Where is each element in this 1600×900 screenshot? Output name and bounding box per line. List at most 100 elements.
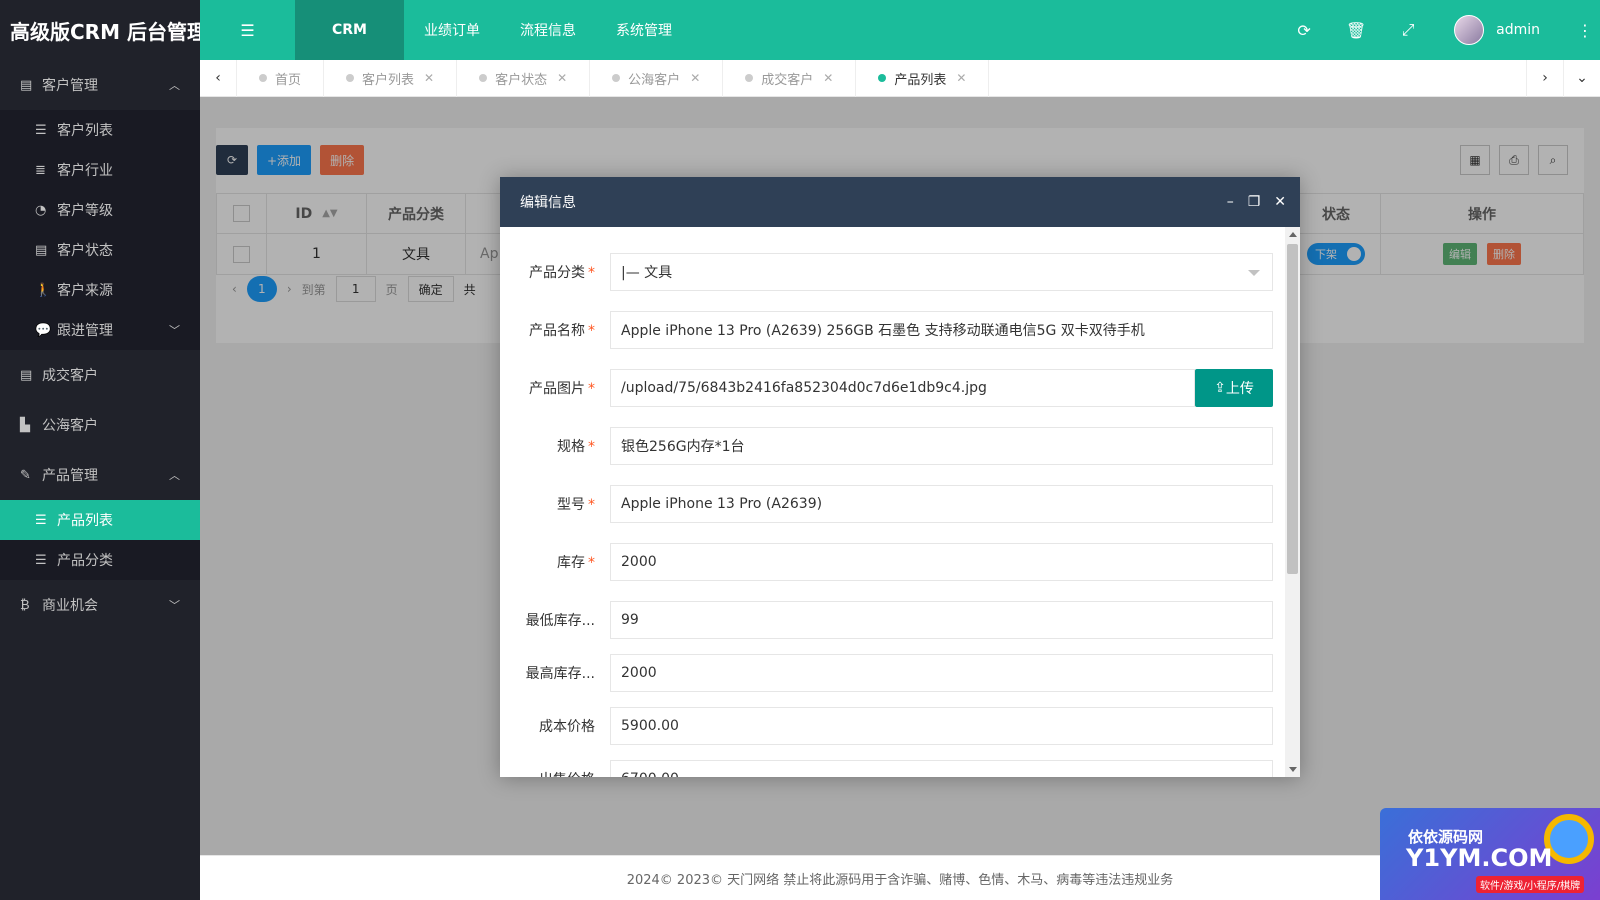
model-input[interactable]: Apple iPhone 13 Pro (A2639) (610, 485, 1273, 523)
username[interactable]: admin (1496, 22, 1540, 38)
tab-home[interactable]: 首页 (237, 59, 325, 97)
sidebar-group-label: 成交客户 (42, 368, 98, 384)
maximize-icon[interactable]: ❐ (1248, 194, 1261, 210)
close-icon[interactable]: ✕ (956, 71, 966, 85)
form-row-max-stock: 最高库存... 2000 (500, 654, 1273, 692)
page-tabs: ‹ 首页 客户列表 ✕ 客户状态 ✕ 公海客户 ✕ 成交客户 ✕ 产品列表 ✕ › ⌄ (200, 59, 1600, 97)
sidebar-group-public[interactable]: ▙ 公海客户 (0, 400, 200, 450)
form-row-min-stock: 最低库存... 99 (500, 601, 1273, 639)
watermark-logo: 依依源码网 Y1YM.COM 软件/游戏/小程序/棋牌 (1380, 808, 1600, 900)
sidebar-item-customer-list[interactable]: ☰ 客户列表 (0, 110, 200, 150)
chevron-up-icon: ︿ (169, 79, 180, 92)
sidebar-submenu: ☰ 客户列表 ≣ 客户行业 ◔ 客户等级 ▤ 客户状态 🚶 客户来源 💬 跟进管理 ﹀ (0, 110, 200, 350)
close-icon[interactable]: ✕ (1274, 194, 1286, 210)
avatar[interactable] (1454, 15, 1485, 45)
watermark-line3: 软件/游戏/小程序/棋牌 (1476, 876, 1585, 893)
min-stock-input[interactable]: 99 (610, 601, 1273, 639)
tabs-prev-icon[interactable]: ‹ (200, 59, 237, 97)
tab-public-customers[interactable]: 公海客户 ✕ (590, 59, 724, 97)
tabs-menu-chevron-down-icon[interactable]: ⌄ (1563, 59, 1600, 97)
sidebar-item-label: 产品分类 (57, 553, 113, 569)
sidebar-item-level[interactable]: ◔ 客户等级 (0, 190, 200, 230)
tab-customer-list[interactable]: 客户列表 ✕ (324, 59, 458, 97)
field-label: 产品图片 * (529, 381, 595, 397)
tab-label: 客户列表 (362, 72, 415, 88)
tab-dot (612, 74, 621, 82)
caret-down-icon (1248, 270, 1260, 276)
sidebar-group-deals[interactable]: ▤ 成交客户 (0, 350, 200, 400)
nav-orders[interactable]: 业绩订单 (404, 0, 500, 60)
product-name-input[interactable]: Apple iPhone 13 Pro (A2639) 256GB 石墨色 支持… (610, 311, 1273, 349)
tab-dot (259, 74, 267, 82)
edit-dialog: 编辑信息 – ❐ ✕ 产品分类 * |— 文具 产品名称 * Apple iPhon… (500, 177, 1300, 777)
form-row-cost-price: 成本价格 5900.00 (500, 707, 1273, 745)
tab-dot (878, 74, 887, 82)
sidebar-item-status[interactable]: ▤ 客户状态 (0, 230, 200, 270)
form-row-spec: 规格 * 银色256G内存*1台 (500, 427, 1273, 465)
tabs-next-icon[interactable]: › (1526, 59, 1563, 97)
bar-chart-icon: ▙ (20, 417, 30, 433)
sidebar-group-label: 产品管理 (42, 468, 98, 484)
top-navbar: ☰ CRM 业绩订单 流程信息 系统管理 ⟳ 🗑 ⤢ admin ⋮ (200, 0, 1600, 60)
align-icon: ≣ (35, 162, 46, 178)
nav-system[interactable]: 系统管理 (596, 0, 692, 60)
sidebar-group-customers[interactable]: ▤ 客户管理 ︿ (0, 60, 200, 110)
scroll-down-icon[interactable] (1289, 767, 1297, 772)
nav-flow[interactable]: 流程信息 (500, 0, 596, 60)
close-icon[interactable]: ✕ (557, 71, 567, 85)
stock-input[interactable]: 2000 (610, 543, 1273, 581)
trash-icon[interactable]: 🗑 (1330, 21, 1382, 40)
dialog-scrollbar[interactable] (1285, 227, 1300, 777)
field-label: 最低库存... (525, 613, 595, 629)
more-vertical-icon[interactable]: ⋮ (1570, 21, 1600, 40)
sidebar: ▤ 客户管理 ︿ ☰ 客户列表 ≣ 客户行业 ◔ 客户等级 ▤ 客户状态 🚶 客户来源 💬… (0, 60, 200, 900)
category-select[interactable]: |— 文具 (610, 253, 1273, 291)
sidebar-group-products[interactable]: ✎ 产品管理 ︿ (0, 450, 200, 500)
minimize-icon[interactable]: – (1227, 194, 1234, 210)
spec-input[interactable]: 银色256G内存*1台 (610, 427, 1273, 465)
sidebar-item-label: 跟进管理 (57, 323, 113, 339)
fullscreen-icon[interactable]: ⤢ (1382, 20, 1434, 40)
close-icon[interactable]: ✕ (823, 71, 833, 85)
tab-label: 首页 (275, 72, 302, 88)
product-image-input[interactable]: /upload/75/6843b2416fa852304d0c7d6e1db9c… (610, 369, 1195, 407)
cost-price-input[interactable]: 5900.00 (610, 707, 1273, 745)
chevron-down-icon: ﹀ (169, 599, 180, 612)
nav-crm[interactable]: CRM (295, 0, 404, 60)
dialog-title: 编辑信息 (520, 195, 576, 211)
max-stock-input[interactable]: 2000 (610, 654, 1273, 692)
tab-label: 成交客户 (761, 72, 814, 88)
sidebar-group-label: 商业机会 (42, 598, 98, 614)
scroll-up-icon[interactable] (1289, 232, 1297, 237)
app-logo: 高级版CRM 后台管理 (0, 0, 207, 60)
sidebar-group-opportunity[interactable]: ₿ 商业机会 ﹀ (0, 580, 200, 630)
tab-product-list[interactable]: 产品列表 ✕ (856, 59, 990, 97)
sidebar-item-industry[interactable]: ≣ 客户行业 (0, 150, 200, 190)
upload-button[interactable]: ⇪ 上传 (1195, 369, 1273, 407)
scroll-thumb[interactable] (1287, 244, 1298, 574)
sidebar-item-label: 客户行业 (57, 163, 113, 179)
tab-dot (745, 74, 754, 82)
dashboard-icon: ◔ (35, 202, 47, 218)
tab-deal-customers[interactable]: 成交客户 ✕ (723, 59, 857, 97)
tab-customer-status[interactable]: 客户状态 ✕ (457, 59, 591, 97)
sidebar-item-followup[interactable]: 💬 跟进管理 ﹀ (0, 310, 200, 350)
sidebar-item-product-category[interactable]: ☰ 产品分类 (0, 540, 200, 580)
sidebar-item-label: 客户列表 (57, 123, 113, 139)
sidebar-item-source[interactable]: 🚶 客户来源 (0, 270, 200, 310)
close-icon[interactable]: ✕ (424, 71, 434, 85)
field-label: 型号 * (557, 497, 595, 513)
sidebar-item-product-list[interactable]: ☰ 产品列表 (0, 500, 200, 540)
sale-price-input[interactable]: 6700.00 (610, 760, 1273, 777)
brush-icon: ✎ (20, 467, 31, 483)
dialog-header: 编辑信息 – ❐ ✕ (500, 177, 1300, 227)
close-icon[interactable]: ✕ (690, 71, 700, 85)
sidebar-group-label: 客户管理 (42, 78, 98, 94)
form-row-model: 型号 * Apple iPhone 13 Pro (A2639) (500, 485, 1273, 523)
field-label: 成本价格 (539, 719, 595, 735)
field-label: 库存 * (557, 555, 595, 571)
menu-toggle-icon[interactable]: ☰ (200, 0, 295, 60)
refresh-icon[interactable]: ⟳ (1278, 21, 1330, 40)
field-label: 最高库存... (525, 666, 595, 682)
chevron-up-icon: ︿ (169, 469, 180, 482)
